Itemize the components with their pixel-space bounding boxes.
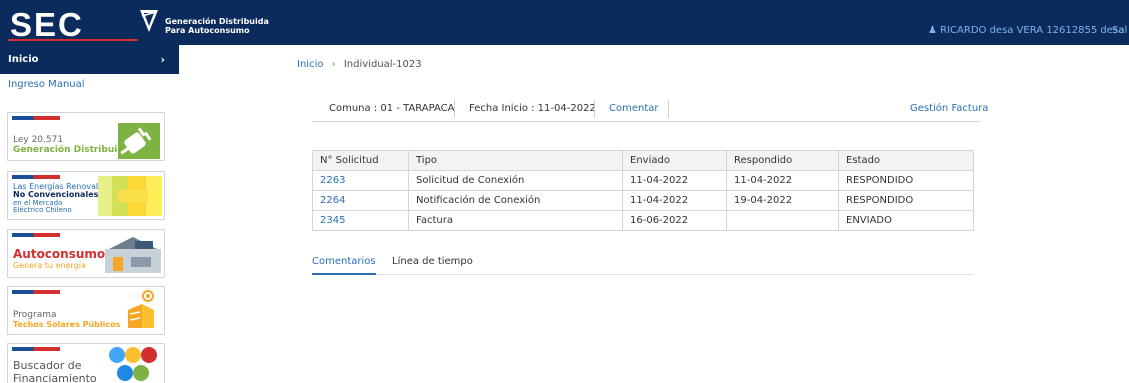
table-row: 2264 Notificación de Conexión 11-04-2022… [312, 190, 974, 211]
breadcrumb-separator: › [331, 59, 336, 70]
fecha-inicio-label: Fecha Inicio : 11-04-2022 [469, 103, 596, 114]
divider [668, 100, 669, 118]
detail-tabs: Comentarios Línea de tiempo [312, 252, 974, 275]
sidebar: Inicio › Ingreso Manual [0, 45, 179, 95]
requests-table: N° Solicitud Tipo Enviado Respondido Est… [312, 150, 974, 231]
chile-flag-stripe [12, 116, 60, 120]
logout-link[interactable]: Sal [1112, 25, 1127, 36]
banner-autoconsumo[interactable]: Autoconsumo Genera tu energía [7, 229, 165, 278]
chile-flag-stripe [12, 175, 60, 179]
tab-linea-de-tiempo[interactable]: Línea de tiempo [392, 256, 473, 273]
enviado-cell: 11-04-2022 [622, 190, 727, 211]
divider [454, 100, 455, 118]
column-header[interactable]: N° Solicitud [312, 150, 409, 171]
comuna-label: Comuna : 01 - TARAPACA [329, 103, 455, 114]
column-header[interactable]: Tipo [408, 150, 623, 171]
user-icon: ♟ [928, 25, 937, 36]
energy-mosaic-icon [98, 176, 162, 216]
enviado-cell: 16-06-2022 [622, 210, 727, 231]
chile-flag-stripe [12, 347, 60, 351]
banner-ernc[interactable]: Las Energías Renovables No Convencionale… [7, 171, 165, 220]
table-row: 2345 Factura 16-06-2022 ENVIADO [312, 210, 974, 231]
breadcrumb-home-link[interactable]: Inicio [297, 59, 323, 70]
divider [594, 100, 595, 118]
sidebar-item-ingreso-manual[interactable]: Ingreso Manual [0, 74, 179, 95]
comentar-link[interactable]: Comentar [609, 103, 659, 114]
estado-cell: RESPONDIDO [838, 170, 974, 191]
user-name: RICARDO desa VERA 12612855 desa [940, 25, 1125, 36]
estado-cell: ENVIADO [838, 210, 974, 231]
solicitud-link[interactable]: 2345 [312, 210, 409, 231]
column-header[interactable]: Estado [838, 150, 974, 171]
solar-building-icon [128, 290, 154, 328]
banner-financiamiento[interactable]: Buscador de Financiamiento [7, 343, 165, 383]
tipo-cell: Notificación de Conexión [408, 190, 623, 211]
enviado-cell: 11-04-2022 [622, 170, 727, 191]
table-header-row: N° Solicitud Tipo Enviado Respondido Est… [312, 150, 974, 171]
banner-ley-20571[interactable]: Ley 20.571 Generación Distribuida [7, 112, 165, 161]
chevron-right-icon: › [160, 53, 165, 66]
chile-flag-stripe [12, 290, 60, 294]
energy-types-icon [109, 347, 157, 381]
table-row: 2263 Solicitud de Conexión 11-04-2022 11… [312, 170, 974, 191]
sidebar-item-inicio[interactable]: Inicio › [0, 45, 179, 74]
sec-logo-text: SEC [10, 6, 84, 42]
sidebar-item-label: Inicio [8, 54, 39, 65]
app-title: Generación Distribuida Para Autoconsumo [165, 17, 269, 35]
solicitud-link[interactable]: 2263 [312, 170, 409, 191]
respondido-cell: 19-04-2022 [726, 190, 839, 211]
respondido-cell [726, 210, 839, 231]
tipo-cell: Factura [408, 210, 623, 231]
banner-techos-solares[interactable]: Programa Techos Solares Públicos [7, 286, 165, 335]
tab-comentarios[interactable]: Comentarios [312, 256, 376, 275]
top-bar: SEC Generación Distribuida Para Autocons… [0, 0, 1129, 45]
breadcrumb: Inicio › Individual-1023 [297, 59, 422, 70]
respondido-cell: 11-04-2022 [726, 170, 839, 191]
user-menu[interactable]: ♟ RICARDO desa VERA 12612855 desa [928, 25, 1124, 36]
gestion-factura-link[interactable]: Gestión Factura [910, 103, 988, 114]
tipo-cell: Solicitud de Conexión [408, 170, 623, 191]
solicitud-link[interactable]: 2264 [312, 190, 409, 211]
house-solar-icon [105, 237, 161, 273]
flame-logo-icon [140, 10, 158, 32]
plug-icon [118, 123, 160, 159]
breadcrumb-current: Individual-1023 [343, 59, 422, 70]
sec-logo[interactable]: SEC [8, 6, 138, 42]
estado-cell: RESPONDIDO [838, 190, 974, 211]
request-info-bar: Comuna : 01 - TARAPACA Fecha Inicio : 11… [312, 98, 988, 122]
column-header[interactable]: Respondido [726, 150, 839, 171]
column-header[interactable]: Enviado [622, 150, 727, 171]
chile-flag-stripe [12, 233, 60, 237]
